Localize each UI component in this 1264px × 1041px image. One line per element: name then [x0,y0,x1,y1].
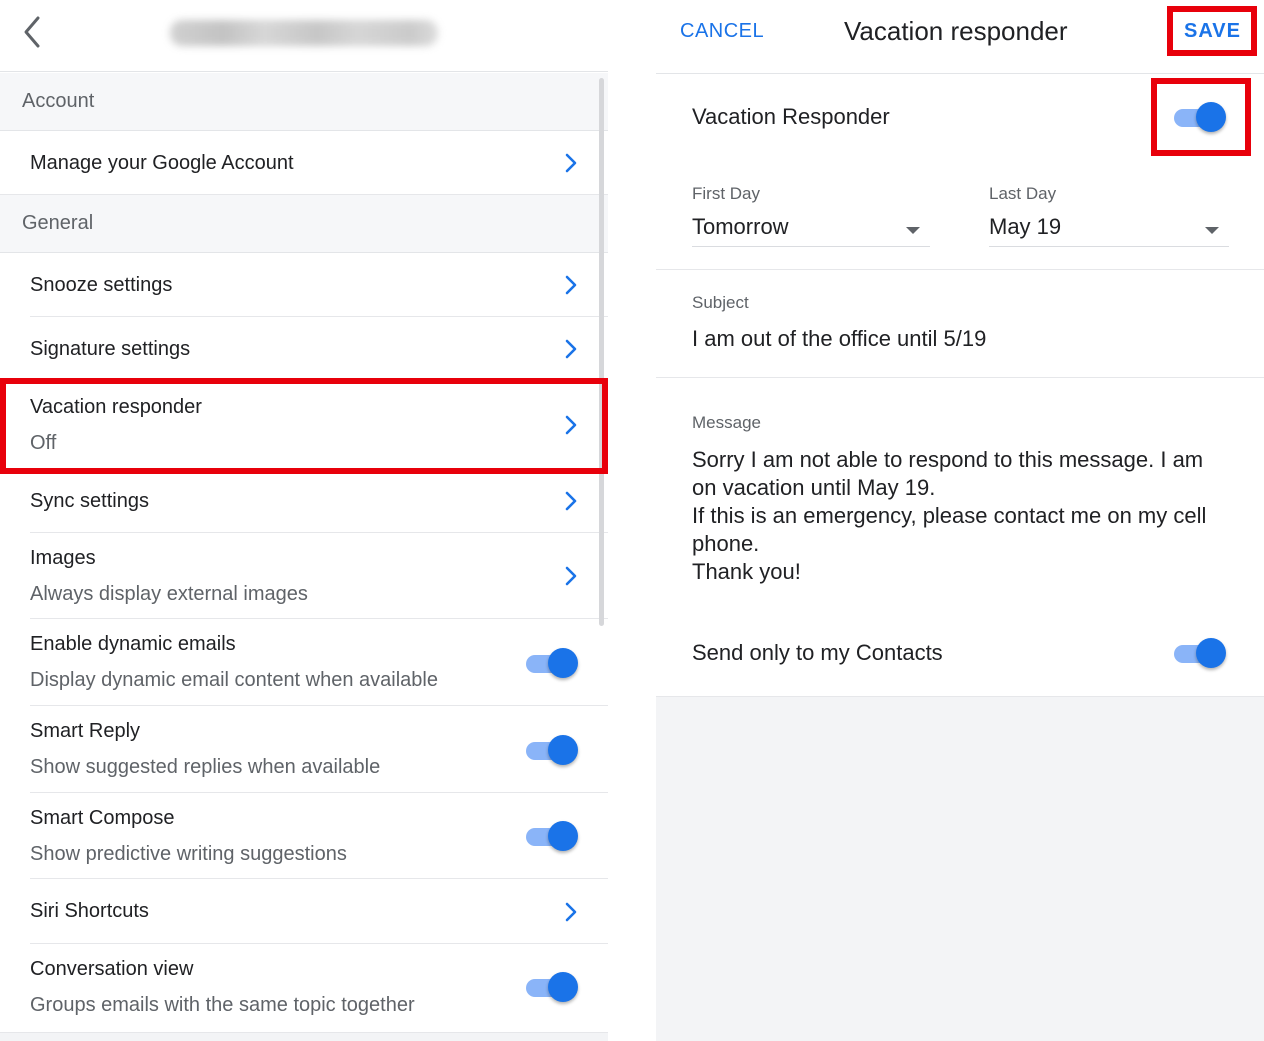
last-day-label: Last Day [989,184,1057,203]
subject-label: Subject [692,293,749,312]
setting-siri-shortcuts[interactable]: Siri Shortcuts [0,879,608,944]
setting-title: Images [30,546,96,569]
dynamic-emails-toggle[interactable] [524,646,580,680]
setting-sync[interactable]: Sync settings [0,469,608,533]
vacation-responder-panel: CANCEL Vacation responder SAVE Vacation … [656,0,1264,1041]
setting-title: Vacation responder [30,395,202,418]
chevron-right-icon[interactable] [564,901,578,923]
first-day-value: Tomorrow [692,214,789,239]
dialog-title: Vacation responder [844,16,1068,46]
cancel-button[interactable]: CANCEL [680,20,764,43]
back-arrow-icon [24,16,40,48]
settings-panel: Account Manage your Google Account Gener… [0,0,608,1041]
empty-area [656,696,1264,1041]
setting-subtitle: Display dynamic email content when avail… [30,669,438,691]
send-only-contacts-label: Send only to my Contacts [692,640,943,665]
setting-snooze[interactable]: Snooze settings [0,253,608,317]
last-day-value: May 19 [989,214,1062,239]
divider [656,269,1264,270]
vacation-responder-label: Vacation Responder [692,104,890,129]
message-label: Message [692,413,761,432]
dropdown-arrow-icon [906,227,920,234]
setting-signature[interactable]: Signature settings [0,317,608,381]
save-button[interactable]: SAVE [1184,20,1241,43]
setting-subtitle: Always display external images [30,582,308,605]
setting-title: Conversation view [30,957,194,980]
setting-images[interactable]: Images Always display external images [0,533,608,619]
vacation-responder-toggle[interactable] [1172,100,1228,134]
setting-status: Off [30,431,57,454]
chevron-right-icon[interactable] [564,338,578,360]
chevron-right-icon[interactable] [564,490,578,512]
setting-manage-google-account[interactable]: Manage your Google Account [0,131,608,195]
setting-subtitle: Show suggested replies when available [30,756,381,778]
dialog-header: CANCEL Vacation responder SAVE [656,0,1264,74]
setting-dynamic-emails: Enable dynamic emails Display dynamic em… [0,619,608,706]
first-day-label: First Day [692,184,760,203]
setting-title: Manage your Google Account [30,151,294,174]
setting-title: Snooze settings [30,273,173,296]
list-footer [0,1032,608,1041]
chevron-right-icon[interactable] [564,565,578,587]
section-header-general: General [0,195,608,253]
section-header-account: Account [0,73,608,131]
setting-vacation-responder[interactable]: Vacation responder Off [0,381,608,469]
conversation-view-toggle[interactable] [524,970,580,1004]
setting-title: Sync settings [30,489,149,512]
setting-smart-reply: Smart Reply Show suggested replies when … [0,706,608,793]
setting-title: Enable dynamic emails [30,633,236,655]
setting-smart-compose: Smart Compose Show predictive writing su… [0,793,608,879]
message-field[interactable]: Sorry I am not able to respond to this m… [692,446,1232,586]
smart-reply-toggle[interactable] [524,733,580,767]
send-only-contacts-toggle[interactable] [1172,636,1228,670]
chevron-right-icon[interactable] [564,274,578,296]
setting-subtitle: Show predictive writing suggestions [30,842,347,865]
scrollbar[interactable] [599,78,604,626]
back-button[interactable] [18,14,48,50]
account-email-blurred [170,20,438,46]
subject-field[interactable]: I am out of the office until 5/19 [692,326,986,352]
smart-compose-toggle[interactable] [524,819,580,853]
setting-title: Smart Compose [30,806,175,829]
setting-title: Signature settings [30,337,191,360]
dropdown-arrow-icon [1205,227,1219,234]
divider [656,377,1264,378]
settings-top-bar [0,0,608,72]
first-day-dropdown[interactable]: Tomorrow [692,214,930,247]
last-day-dropdown[interactable]: May 19 [989,214,1229,247]
setting-conversation-view: Conversation view Groups emails with the… [0,944,608,1030]
setting-subtitle: Groups emails with the same topic togeth… [30,993,415,1016]
chevron-right-icon[interactable] [564,152,578,174]
settings-list: Account Manage your Google Account Gener… [0,73,608,1030]
setting-title: Smart Reply [30,720,141,742]
chevron-right-icon[interactable] [564,414,578,436]
setting-title: Siri Shortcuts [30,900,149,922]
